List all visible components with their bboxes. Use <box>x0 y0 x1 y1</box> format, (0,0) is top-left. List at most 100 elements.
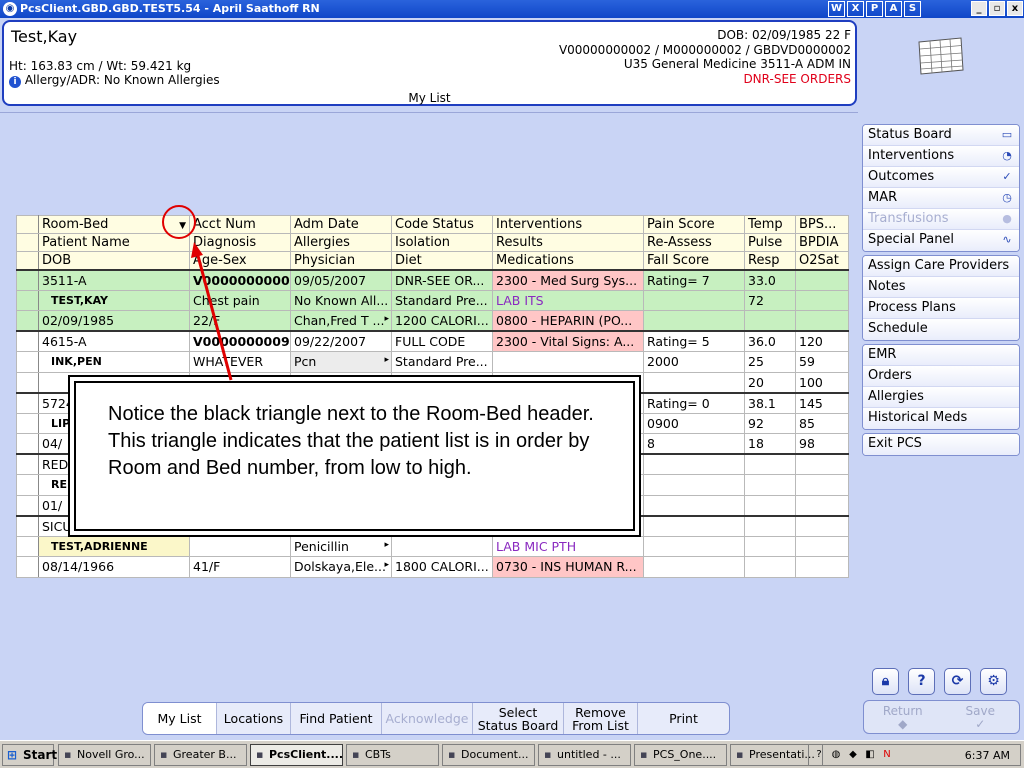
column-header[interactable]: DOB <box>38 251 190 271</box>
column-header[interactable]: Fall Score <box>643 251 745 271</box>
table-cell[interactable]: 4615-A <box>38 330 190 352</box>
table-cell[interactable]: 120 <box>795 330 849 352</box>
table-cell[interactable] <box>795 514 849 537</box>
table-cell[interactable]: DNR-SEE OR... <box>391 269 493 291</box>
table-cell[interactable]: WHATEVER <box>189 351 291 373</box>
menu-allergies[interactable]: Allergies <box>863 387 1019 408</box>
menu-historical-meds[interactable]: Historical Meds <box>863 408 1019 429</box>
column-header[interactable]: Patient Name <box>38 233 190 252</box>
table-cell[interactable]: Penicillin <box>290 535 392 557</box>
column-header[interactable]: Pulse <box>744 233 796 252</box>
table-cell[interactable]: 0900 <box>643 412 745 434</box>
table-cell[interactable]: 38.1 <box>744 391 796 414</box>
table-row[interactable]: TEST,ADRIENNE Penicillin LAB MIC PTH <box>16 535 849 557</box>
task-untitled[interactable]: untitled - ... <box>538 744 631 766</box>
help-icon[interactable]: ? <box>908 668 935 695</box>
table-cell[interactable] <box>795 535 849 557</box>
menu-mar[interactable]: MAR ◷ <box>863 188 1019 209</box>
table-cell[interactable]: 22/F <box>189 310 291 332</box>
column-header[interactable]: Pain Score <box>643 215 745 234</box>
column-header[interactable]: Room-Bed ▼ <box>38 215 190 234</box>
table-cell[interactable]: 02/09/1985 <box>38 310 190 332</box>
table-cell[interactable]: LAB ITS <box>492 289 644 311</box>
table-cell[interactable]: 85 <box>795 412 849 434</box>
table-cell[interactable] <box>643 453 745 475</box>
minimize-button[interactable]: _ <box>971 1 987 16</box>
table-cell[interactable]: 0800 - HEPARIN (PO... <box>492 310 644 332</box>
close-button[interactable]: x <box>1007 1 1023 16</box>
help-tray-icon[interactable]: ? <box>813 749 825 761</box>
table-cell[interactable]: TEST,KAY <box>38 289 190 311</box>
table-cell[interactable]: Standard Pre... <box>391 351 493 373</box>
tab-find-patient[interactable]: Find Patient <box>291 703 382 734</box>
powerpoint-icon[interactable]: P <box>866 1 883 17</box>
menu-schedule[interactable]: Schedule <box>863 319 1019 340</box>
table-cell[interactable]: 3511-A <box>38 269 190 291</box>
sort-triangle-icon[interactable]: ▼ <box>179 221 186 231</box>
task-greater[interactable]: Greater B... <box>154 744 247 766</box>
table-cell[interactable] <box>795 289 849 311</box>
table-cell[interactable] <box>744 514 796 537</box>
table-cell[interactable]: Rating= 7 <box>643 269 745 291</box>
task-pcsclient[interactable]: PcsClient.... <box>250 744 343 766</box>
task-document[interactable]: Document... <box>442 744 535 766</box>
table-cell[interactable] <box>744 453 796 475</box>
menu-orders[interactable]: Orders <box>863 366 1019 387</box>
table-cell[interactable]: 41/F <box>189 556 291 578</box>
table-cell[interactable]: Rating= 0 <box>643 391 745 414</box>
table-cell[interactable]: 1200 CALORI... <box>391 310 493 332</box>
column-header[interactable]: Results <box>492 233 644 252</box>
column-header[interactable]: Temp <box>744 215 796 234</box>
table-cell[interactable] <box>744 535 796 557</box>
column-header[interactable]: Diet <box>391 251 493 271</box>
menu-status-board[interactable]: Status Board ▭ <box>863 125 1019 146</box>
start-button[interactable]: Start <box>2 744 57 766</box>
table-row[interactable]: 08/14/196641/FDolskaya,Ele...1800 CALORI… <box>16 556 849 578</box>
table-cell[interactable] <box>391 535 493 557</box>
column-header[interactable]: Medications <box>492 251 644 271</box>
column-header[interactable]: Interventions <box>492 215 644 234</box>
column-header[interactable]: Resp <box>744 251 796 271</box>
word-icon[interactable]: W <box>828 1 845 17</box>
table-cell[interactable] <box>189 535 291 557</box>
maximize-button[interactable]: ▫ <box>989 1 1005 16</box>
column-header[interactable]: Age-Sex <box>189 251 291 271</box>
lock-icon[interactable]: 🔒︎ <box>872 668 899 695</box>
table-cell[interactable]: 25 <box>744 351 796 373</box>
table-cell[interactable] <box>744 556 796 578</box>
refresh-icon[interactable]: ⟳ <box>944 668 971 695</box>
menu-exit-pcs[interactable]: Exit PCS <box>863 434 1019 455</box>
tab-select-status-board[interactable]: Select Status Board <box>473 703 564 734</box>
menu-process-plans[interactable]: Process Plans <box>863 298 1019 319</box>
table-cell[interactable]: 59 <box>795 351 849 373</box>
table-cell[interactable] <box>795 556 849 578</box>
volume-icon[interactable]: ◧ <box>864 749 876 761</box>
tab-locations[interactable]: Locations <box>217 703 291 734</box>
table-cell[interactable] <box>795 310 849 332</box>
column-header[interactable]: BPS... <box>795 215 849 234</box>
settings-icon[interactable]: ⚙︎ <box>980 668 1007 695</box>
shortcut-icon[interactable]: S <box>904 1 921 17</box>
menu-emr[interactable]: EMR <box>863 345 1019 366</box>
table-cell[interactable]: 2300 - Med Surg Sys... <box>492 269 644 291</box>
table-cell[interactable]: 08/14/1966 <box>38 556 190 578</box>
shield-icon[interactable]: ◆ <box>847 749 859 761</box>
table-cell[interactable] <box>643 494 745 516</box>
table-cell[interactable]: TEST,ADRIENNE <box>38 535 190 557</box>
access-icon[interactable]: A <box>885 1 902 17</box>
column-header[interactable]: Isolation <box>391 233 493 252</box>
column-header[interactable]: Re-Assess <box>643 233 745 252</box>
table-cell[interactable] <box>795 494 849 516</box>
tab-my-list[interactable]: My List <box>143 703 217 734</box>
table-row[interactable]: 4615-A V00000000099 09/22/2007 FULL CODE 230… <box>16 330 849 352</box>
column-header[interactable]: Adm Date <box>290 215 392 234</box>
task-pcs-one[interactable]: PCS_One.... <box>634 744 727 766</box>
table-cell[interactable]: V00000000002 <box>189 269 291 291</box>
excel-icon[interactable]: X <box>847 1 864 17</box>
network-icon[interactable]: ◍ <box>830 749 842 761</box>
menu-outcomes[interactable]: Outcomes ✓ <box>863 167 1019 188</box>
column-header[interactable]: Allergies <box>290 233 392 252</box>
table-cell[interactable] <box>492 351 644 373</box>
column-header[interactable]: O2Sat <box>795 251 849 271</box>
table-cell[interactable]: 145 <box>795 391 849 414</box>
